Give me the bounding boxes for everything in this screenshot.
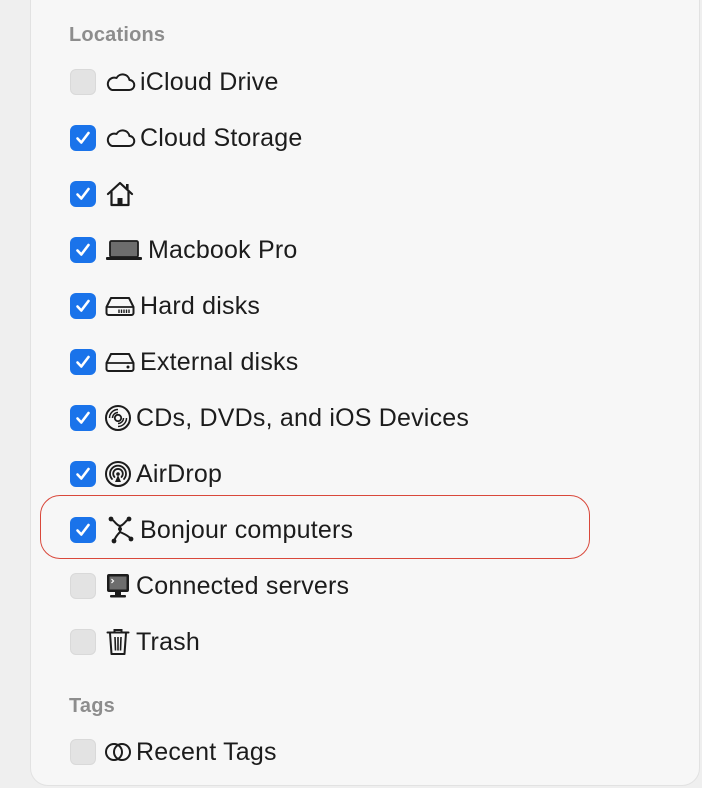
location-item-home[interactable] (70, 179, 140, 209)
checkmark-icon (76, 411, 90, 424)
checkbox-airdrop[interactable] (70, 461, 96, 487)
checkbox-trash[interactable] (70, 629, 96, 655)
checkmark-icon (76, 355, 90, 368)
location-label-trash: Trash (136, 627, 200, 656)
location-label-connected-servers: Connected servers (136, 571, 350, 600)
location-label-external-disks: External disks (140, 347, 299, 376)
checkmark-icon (76, 523, 90, 536)
location-item-icloud-drive[interactable]: iCloud Drive (70, 67, 279, 97)
location-label-bonjour-computers: Bonjour computers (140, 515, 354, 544)
checkbox-macbook-pro[interactable] (70, 237, 96, 263)
location-item-macbook-pro[interactable]: Macbook Pro (70, 235, 298, 265)
tag-item-recent-tags[interactable]: Recent Tags (70, 737, 277, 767)
cloud-icon (104, 124, 136, 152)
location-item-external-disks[interactable]: External disks (70, 347, 298, 377)
location-item-trash[interactable]: Trash (70, 627, 200, 657)
checkmark-icon (76, 187, 90, 200)
tags-section-title: Tags (69, 695, 115, 717)
server-icon (104, 572, 132, 600)
checkbox-recent-tags[interactable] (70, 739, 96, 765)
laptop-icon (104, 236, 144, 264)
location-label-cloud-storage: Cloud Storage (140, 123, 303, 152)
cd-icon (104, 404, 132, 432)
location-label-hard-disks: Hard disks (140, 291, 261, 320)
location-item-hard-disks[interactable]: Hard disks (70, 291, 260, 321)
location-label-airdrop: AirDrop (136, 459, 223, 488)
location-item-bonjour-computers[interactable]: Bonjour computers (70, 515, 353, 545)
checkbox-external-disks[interactable] (70, 349, 96, 375)
checkbox-cds-dvds-ios[interactable] (70, 405, 96, 431)
location-item-connected-servers[interactable]: Connected servers (70, 571, 349, 601)
checkbox-icloud-drive[interactable] (70, 69, 96, 95)
home-icon (104, 180, 136, 208)
location-item-cloud-storage[interactable]: Cloud Storage (70, 123, 302, 153)
location-item-airdrop[interactable]: AirDrop (70, 459, 222, 489)
tag-label-recent-tags: Recent Tags (136, 737, 277, 766)
checkmark-icon (76, 131, 90, 144)
checkmark-icon (76, 299, 90, 312)
checkbox-home[interactable] (70, 181, 96, 207)
checkbox-cloud-storage[interactable] (70, 125, 96, 151)
bonjour-icon (104, 516, 136, 544)
checkbox-bonjour-computers[interactable] (70, 517, 96, 543)
tags-icon (104, 738, 132, 766)
trash-icon (104, 628, 132, 656)
location-label-icloud-drive: iCloud Drive (140, 67, 279, 96)
locations-section-title: Locations (69, 24, 166, 46)
location-item-cds-dvds-ios[interactable]: CDs, DVDs, and iOS Devices (70, 403, 469, 433)
checkbox-connected-servers[interactable] (70, 573, 96, 599)
checkbox-hard-disks[interactable] (70, 293, 96, 319)
hard-disk-icon (104, 292, 136, 320)
sidebar-preferences-panel (30, 0, 700, 786)
checkmark-icon (76, 243, 90, 256)
cloud-icon (104, 68, 136, 96)
location-label-macbook-pro: Macbook Pro (148, 235, 298, 264)
airdrop-icon (104, 460, 132, 488)
external-disk-icon (104, 348, 136, 376)
location-label-cds-dvds-ios: CDs, DVDs, and iOS Devices (136, 403, 470, 432)
checkmark-icon (76, 467, 90, 480)
